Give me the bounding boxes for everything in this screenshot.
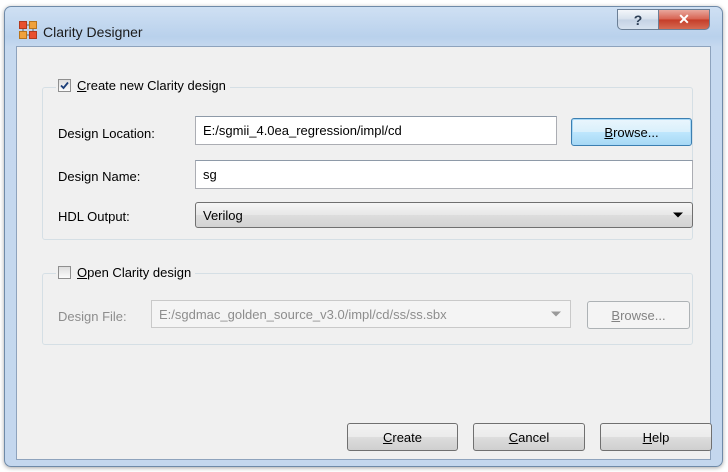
design-name-field[interactable]: sg bbox=[195, 160, 693, 189]
dialog-client-area: Create new Clarity design Design Locatio… bbox=[16, 46, 712, 460]
create-design-label: Create new Clarity design bbox=[77, 78, 226, 93]
question-mark-icon: ? bbox=[633, 11, 643, 28]
close-window-button[interactable]: ✕ bbox=[658, 9, 710, 30]
close-icon: ✕ bbox=[678, 11, 690, 27]
create-design-checkbox[interactable] bbox=[58, 79, 71, 92]
help-window-button[interactable]: ? bbox=[617, 9, 659, 30]
design-location-label: Design Location: bbox=[58, 126, 155, 141]
open-design-checkbox-row[interactable]: Open Clarity design bbox=[56, 265, 196, 280]
design-location-field[interactable]: E:/sgmii_4.0ea_regression/impl/cd bbox=[195, 116, 557, 145]
hdl-output-label: HDL Output: bbox=[58, 209, 130, 224]
chevron-down-icon bbox=[551, 311, 561, 317]
design-name-label: Design Name: bbox=[58, 169, 141, 184]
open-design-label: Open Clarity design bbox=[77, 265, 192, 280]
hdl-output-dropdown[interactable]: Verilog bbox=[195, 202, 693, 228]
design-file-label: Design File: bbox=[58, 309, 127, 324]
design-file-value: E:/sgdmac_golden_source_v3.0/impl/cd/ss/… bbox=[159, 306, 447, 322]
clarity-designer-app-icon bbox=[19, 21, 37, 39]
browse-file-button[interactable]: Browse... bbox=[587, 301, 690, 329]
cancel-button[interactable]: Cancel bbox=[473, 423, 585, 451]
browse-location-button[interactable]: Browse... bbox=[571, 118, 692, 146]
dialog-window: Clarity Designer ? ✕ Create new Clarity … bbox=[4, 6, 723, 467]
window-title: Clarity Designer bbox=[43, 24, 143, 40]
open-design-checkbox[interactable] bbox=[58, 266, 71, 279]
hdl-output-value: Verilog bbox=[203, 207, 243, 223]
checkmark-icon bbox=[60, 81, 69, 90]
create-button[interactable]: Create bbox=[347, 423, 458, 451]
title-bar[interactable]: Clarity Designer ? ✕ bbox=[5, 7, 722, 47]
chevron-down-icon bbox=[673, 212, 683, 218]
help-button[interactable]: Help bbox=[600, 423, 712, 451]
create-design-checkbox-row[interactable]: Create new Clarity design bbox=[56, 78, 230, 93]
design-file-combobox[interactable]: E:/sgdmac_golden_source_v3.0/impl/cd/ss/… bbox=[151, 300, 571, 328]
